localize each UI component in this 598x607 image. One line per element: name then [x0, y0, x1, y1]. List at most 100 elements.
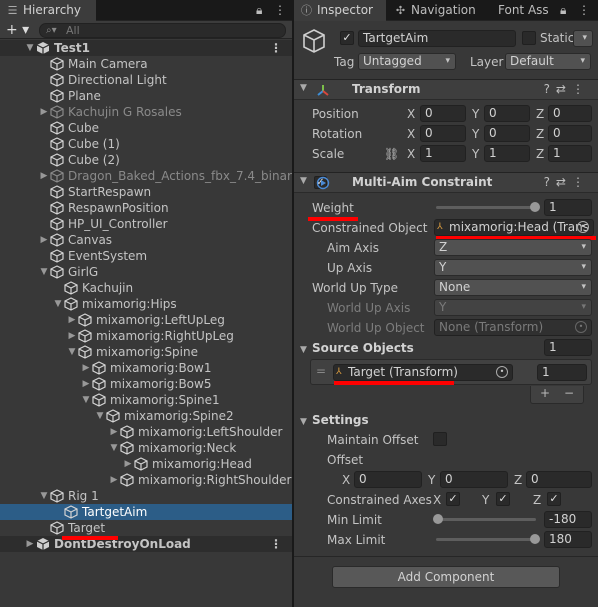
transform-y-input[interactable]: 0 [484, 125, 530, 142]
menu-dots-icon[interactable]: ⋮ [270, 536, 282, 552]
collapse-arrow-icon[interactable]: ▶ [38, 104, 50, 120]
expand-arrow-icon[interactable]: ▼ [24, 40, 36, 56]
hierarchy-row[interactable]: ▶ mixamorig:LeftShoulder [0, 424, 292, 440]
source-objects-section[interactable]: ▼ Source Objects [300, 341, 414, 355]
collapse-arrow-icon[interactable]: ▶ [38, 168, 50, 184]
transform-z-input[interactable]: 0 [548, 125, 592, 142]
hierarchy-row[interactable]: ▶ Dragon_Baked_Actions_fbx_7.4_binar [0, 168, 292, 184]
add-object-button[interactable]: + ▾ [6, 22, 29, 38]
component-header-icons[interactable]: ?⇄⋮ [544, 82, 590, 96]
collapse-arrow-icon[interactable]: ▶ [80, 376, 92, 392]
hierarchy-row[interactable]: ▼ mixamorig:Spine [0, 344, 292, 360]
hierarchy-row[interactable]: Kachujin [0, 280, 292, 296]
multiaim-header[interactable]: ▼ ✓ Multi-Aim Constraint ?⇄⋮ [294, 172, 598, 193]
hierarchy-row[interactable]: HP_UI_Controller [0, 216, 292, 232]
up-axis-dropdown[interactable]: Y ▾ [434, 259, 592, 276]
add-source-button[interactable]: + [540, 386, 550, 400]
source-object-field[interactable]: ⅄ Target (Transform) • [333, 364, 513, 381]
hierarchy-row[interactable]: ▶ Canvas [0, 232, 292, 248]
expand-arrow-icon[interactable]: ▼ [52, 296, 64, 312]
hierarchy-row[interactable]: ▶ mixamorig:Bow1 [0, 360, 292, 376]
settings-section[interactable]: ▼ Settings [300, 413, 369, 427]
aim-axis-dropdown[interactable]: Z ▾ [434, 239, 592, 256]
source-weight-input[interactable]: 1 [537, 364, 587, 381]
hierarchy-row[interactable]: TartgetAim [0, 504, 292, 520]
transform-z-input[interactable]: 0 [548, 105, 592, 122]
transform-z-input[interactable]: 1 [548, 145, 592, 162]
hierarchy-row[interactable]: Main Camera [0, 56, 292, 72]
hierarchy-row[interactable]: Plane [0, 88, 292, 104]
hierarchy-row[interactable]: ▼ mixamorig:Spine1 [0, 392, 292, 408]
constrained-x-checkbox[interactable]: ✓ [446, 492, 460, 506]
remove-source-button[interactable]: − [564, 386, 574, 400]
object-picker-icon[interactable]: • [496, 366, 508, 378]
expand-arrow-icon[interactable]: ▼ [38, 488, 50, 504]
max-limit-slider-knob[interactable] [530, 534, 540, 544]
collapse-arrow-icon[interactable]: ▶ [66, 328, 78, 344]
tab-font-asset[interactable]: Font Ass [492, 0, 552, 21]
weight-slider-knob[interactable] [530, 202, 540, 212]
tab-hierarchy[interactable]: ☰ Hierarchy [0, 0, 96, 21]
hierarchy-row[interactable]: ▼ mixamorig:Spine2 [0, 408, 292, 424]
min-limit-slider-knob[interactable] [433, 514, 443, 524]
expand-arrow-icon[interactable]: ▼ [38, 264, 50, 280]
scene-row[interactable]: ▶ DontDestroyOnLoad ⋮ [0, 536, 292, 552]
maintain-offset-checkbox[interactable] [433, 432, 447, 446]
collapse-arrow-icon[interactable]: ▶ [66, 312, 78, 328]
max-limit-input[interactable]: 180 [544, 531, 592, 548]
hierarchy-row[interactable]: ▶ Kachujin G Rosales [0, 104, 292, 120]
menu-dots-icon[interactable]: ⋮ [578, 0, 590, 21]
expand-arrow-icon[interactable]: ▼ [80, 392, 92, 408]
offset-z-input[interactable]: 0 [526, 471, 592, 488]
transform-x-input[interactable]: 0 [420, 125, 466, 142]
expand-arrow-icon[interactable]: ▼ [66, 344, 78, 360]
min-limit-input[interactable]: -180 [544, 511, 592, 528]
weight-input[interactable]: 1 [544, 199, 592, 216]
tab-inspector[interactable]: ⓘ Inspector [294, 0, 386, 21]
static-dropdown[interactable]: ▾ [573, 30, 593, 47]
hierarchy-search-input[interactable]: ⌕▾ All [39, 23, 286, 38]
min-limit-slider[interactable] [436, 518, 536, 521]
menu-dots-icon[interactable]: ⋮ [270, 40, 282, 56]
hierarchy-row[interactable]: StartRespawn [0, 184, 292, 200]
hierarchy-row[interactable]: ▼ Rig 1 [0, 488, 292, 504]
drag-handle-icon[interactable]: = [316, 364, 326, 378]
hierarchy-row[interactable]: EventSystem [0, 248, 292, 264]
collapse-arrow-icon[interactable]: ▶ [24, 536, 36, 552]
constrained-z-checkbox[interactable]: ✓ [547, 492, 561, 506]
world-up-type-dropdown[interactable]: None ▾ [434, 279, 592, 296]
collapse-arrow-icon[interactable]: ▶ [122, 456, 134, 472]
scene-row[interactable]: ▼ Test1 ⋮ [0, 40, 292, 56]
transform-x-input[interactable]: 1 [420, 145, 466, 162]
expand-arrow-icon[interactable]: ▼ [94, 408, 106, 424]
lock-icon[interactable]: 🔒︎ [256, 0, 262, 21]
hierarchy-row[interactable]: ▼ GirlG [0, 264, 292, 280]
hierarchy-row[interactable]: Cube (2) [0, 152, 292, 168]
hierarchy-row[interactable]: ▶ mixamorig:RightUpLeg [0, 328, 292, 344]
transform-y-input[interactable]: 0 [484, 105, 530, 122]
active-checkbox[interactable]: ✓ [340, 31, 354, 45]
max-limit-slider[interactable] [436, 538, 536, 541]
hierarchy-row[interactable]: ▶ mixamorig:Bow5 [0, 376, 292, 392]
layer-dropdown[interactable]: Default ▾ [505, 53, 591, 70]
object-picker-icon[interactable]: • [577, 221, 589, 233]
hierarchy-row[interactable]: ▼ mixamorig:Hips [0, 296, 292, 312]
lock-icon[interactable]: 🔒︎ [560, 0, 566, 21]
hierarchy-row[interactable]: Directional Light [0, 72, 292, 88]
tag-dropdown[interactable]: Untagged ▾ [358, 53, 456, 70]
collapse-arrow-icon[interactable]: ▶ [38, 232, 50, 248]
transform-header[interactable]: ▼ Transform ?⇄⋮ [294, 79, 598, 100]
hierarchy-row[interactable]: Cube (1) [0, 136, 292, 152]
source-count-input[interactable]: 1 [544, 339, 592, 356]
static-checkbox[interactable] [522, 31, 536, 45]
hierarchy-row[interactable]: RespawnPosition [0, 200, 292, 216]
constrained-y-checkbox[interactable]: ✓ [496, 492, 510, 506]
offset-y-input[interactable]: 0 [440, 471, 508, 488]
constrained-object-field[interactable]: ⅄ mixamorig:Head (Trans • [434, 219, 594, 236]
object-name-input[interactable]: TartgetAim [358, 30, 516, 47]
transform-x-input[interactable]: 0 [420, 105, 466, 122]
add-component-button[interactable]: Add Component [332, 566, 560, 588]
constrain-proportions-icon[interactable]: ⛓ [384, 147, 399, 161]
expand-arrow-icon[interactable]: ▼ [108, 440, 120, 456]
offset-x-input[interactable]: 0 [354, 471, 422, 488]
